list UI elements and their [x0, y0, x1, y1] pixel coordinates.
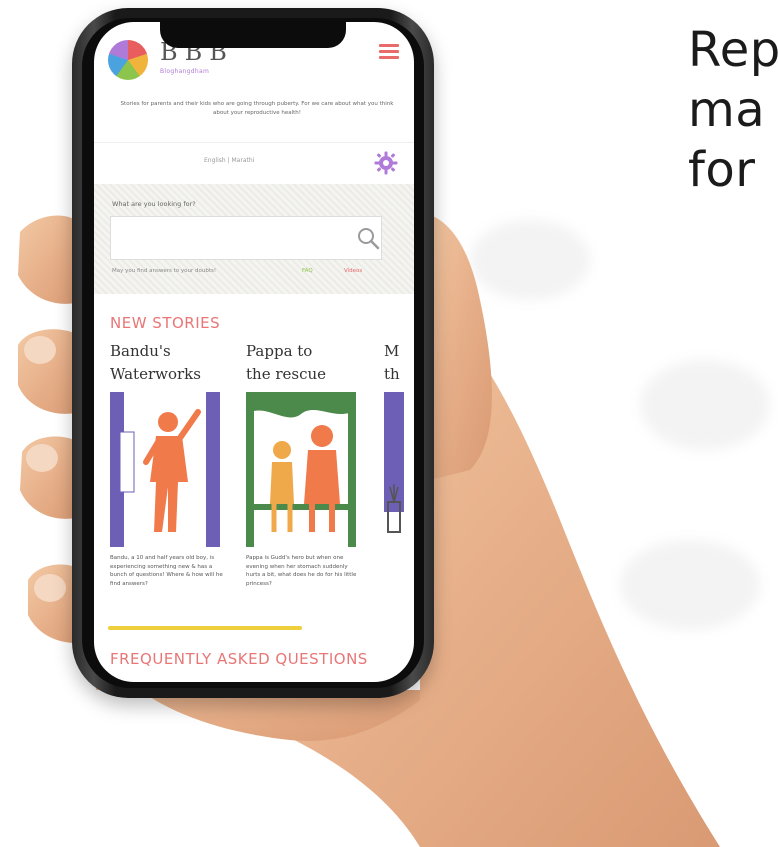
search-label: What are you looking for?	[112, 200, 196, 208]
search-icon[interactable]	[355, 225, 381, 251]
language-switch[interactable]: English | Marathi	[204, 157, 254, 164]
story-card[interactable]: M th	[384, 340, 404, 533]
app-logo-icon[interactable]	[108, 40, 148, 80]
story-description: Bandu, a 10 and half years old boy, is e…	[110, 555, 223, 587]
language-row: English | Marathi	[94, 142, 414, 183]
new-stories-title: NEW STORIES	[110, 314, 221, 332]
story-title[interactable]: M th	[384, 340, 400, 386]
faq-section-title: FREQUENTLY ASKED QUESTIONS	[110, 650, 368, 668]
app-logo-subtitle: Bloghangdham	[160, 68, 210, 75]
videos-tag-link[interactable]: Videos	[344, 268, 362, 274]
story-title[interactable]: Bandu's Waterworks	[110, 340, 201, 386]
tagline: Stories for parents and their kids who a…	[120, 101, 394, 116]
carousel-scrollbar[interactable]	[108, 626, 302, 630]
phone-notch	[160, 22, 346, 48]
story-card[interactable]: Bandu's Waterworks Bandu, a 10 and half …	[110, 340, 223, 587]
hamburger-menu-icon[interactable]	[379, 44, 399, 60]
phone-screen: BBB Bloghangdham Stories for parents and…	[94, 22, 414, 682]
faq-tag-link[interactable]: FAQ	[302, 268, 313, 274]
story-description: Pappa is Gudd's hero but when one evenin…	[246, 555, 357, 587]
gear-icon[interactable]	[374, 151, 398, 175]
story-illustration[interactable]	[246, 392, 356, 547]
search-section: What are you looking for? May you find a…	[94, 184, 414, 294]
story-illustration[interactable]	[110, 392, 220, 547]
story-card[interactable]: Pappa to the rescue Pappa is Gudd's hero…	[246, 340, 356, 587]
search-help-text: May you find answers to your doubts!	[112, 268, 217, 274]
story-title[interactable]: Pappa to the rescue	[246, 340, 326, 386]
search-input[interactable]	[110, 216, 382, 260]
story-illustration[interactable]	[384, 392, 414, 547]
